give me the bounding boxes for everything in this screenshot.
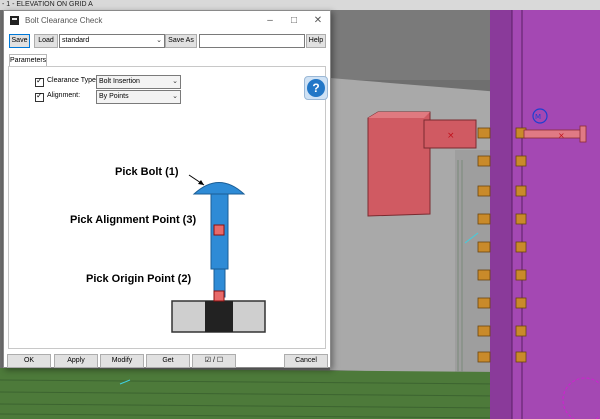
red-plate xyxy=(367,111,431,217)
help-question-icon[interactable]: ? xyxy=(304,76,328,100)
viewport-title: - 1 - ELEVATION ON GRID A xyxy=(0,0,600,10)
clearance-type-select[interactable]: Bolt Insertion ⌄ xyxy=(96,75,181,89)
save-button[interactable]: Save xyxy=(9,34,30,48)
alignment-select[interactable]: By Points ⌄ xyxy=(96,90,181,104)
clearance-type-label: Clearance Type: xyxy=(47,77,98,84)
help-button[interactable]: Help xyxy=(306,34,326,48)
preset-combo-value: standard xyxy=(62,37,90,44)
cancel-button[interactable]: Cancel xyxy=(284,354,328,368)
preset-combo[interactable]: standard ⌄ xyxy=(59,34,165,48)
origin-point-marker xyxy=(213,290,225,302)
app-icon xyxy=(10,16,19,25)
svg-text:×: × xyxy=(558,131,565,140)
pick-alignment-label: Pick Alignment Point (3) xyxy=(70,214,197,226)
get-button[interactable]: Get xyxy=(146,354,190,368)
dialog-titlebar[interactable]: Bolt Clearance Check – □ ✕ xyxy=(4,11,330,31)
parameters-panel: Clearance Type: Bolt Insertion ⌄ Alignme… xyxy=(8,66,328,349)
modify-button[interactable]: Modify xyxy=(100,354,144,368)
dialog-title: Bolt Clearance Check xyxy=(25,16,103,25)
clearance-type-checkbox[interactable] xyxy=(35,76,44,87)
ok-button[interactable]: OK xyxy=(7,354,51,368)
svg-text:M: M xyxy=(535,113,541,121)
chevron-down-icon: ⌄ xyxy=(172,93,178,100)
minimize-button[interactable]: – xyxy=(258,11,282,31)
alignment-label: Alignment: xyxy=(47,92,81,99)
pick-bolt-label: Pick Bolt (1) xyxy=(115,166,179,178)
chevron-down-icon: ⌄ xyxy=(172,78,178,85)
diagram-hole xyxy=(205,301,233,332)
bolt-shank xyxy=(523,129,585,139)
toggle-all-button[interactable]: ☑ / ☐ xyxy=(192,354,236,368)
bolt-clearance-dialog: Bolt Clearance Check – □ ✕ Save Load sta… xyxy=(3,10,331,368)
alignment-checkbox[interactable] xyxy=(35,91,44,102)
clearance-type-value: Bolt Insertion xyxy=(99,78,140,85)
alignment-point-marker xyxy=(213,224,225,236)
close-button[interactable]: ✕ xyxy=(306,11,330,31)
chevron-down-icon: ⌄ xyxy=(156,37,162,44)
pick-origin-label: Pick Origin Point (2) xyxy=(86,273,192,285)
save-as-button[interactable]: Save As xyxy=(165,34,197,48)
apply-button[interactable]: Apply xyxy=(54,354,98,368)
save-as-name-input[interactable] xyxy=(199,34,305,48)
alignment-value: By Points xyxy=(99,93,129,100)
load-button[interactable]: Load xyxy=(34,34,58,48)
dialog-button-bar: OK Apply Modify Get ☑ / ☐ Cancel xyxy=(4,352,330,368)
svg-text:×: × xyxy=(447,131,455,141)
maximize-button[interactable]: □ xyxy=(282,11,306,31)
